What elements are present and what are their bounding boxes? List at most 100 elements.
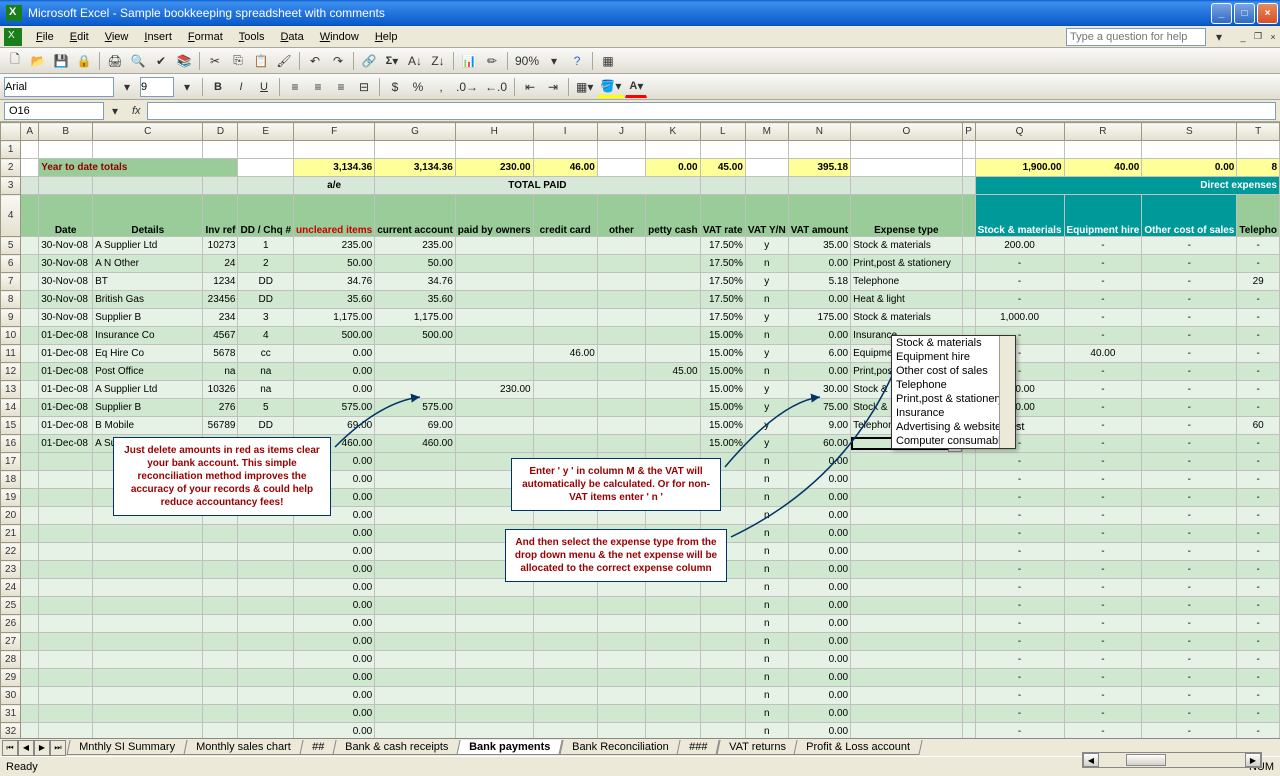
cell[interactable] bbox=[533, 417, 597, 435]
cell[interactable]: - bbox=[1237, 723, 1280, 739]
cell[interactable] bbox=[455, 363, 533, 381]
cell[interactable] bbox=[646, 417, 700, 435]
cell[interactable]: - bbox=[1237, 705, 1280, 723]
doc-restore-button[interactable]: ❐ bbox=[1251, 30, 1265, 44]
scroll-left-button[interactable]: ◀ bbox=[1083, 753, 1099, 767]
cell[interactable]: n bbox=[745, 453, 788, 471]
hyperlink-button[interactable]: 🔗 bbox=[358, 50, 380, 72]
dropdown-option[interactable]: Print,post & stationery bbox=[892, 392, 1015, 406]
cell[interactable] bbox=[455, 327, 533, 345]
col-header[interactable]: Q bbox=[975, 123, 1064, 141]
maximize-button[interactable]: □ bbox=[1234, 3, 1255, 24]
cell[interactable]: y bbox=[745, 381, 788, 399]
cell[interactable]: 395.18 bbox=[788, 159, 850, 177]
scroll-right-button[interactable]: ▶ bbox=[1245, 753, 1261, 767]
cell[interactable] bbox=[597, 273, 645, 291]
sheet-tab[interactable]: ## bbox=[299, 740, 336, 755]
cell[interactable] bbox=[597, 435, 645, 453]
cell[interactable]: - bbox=[1064, 273, 1142, 291]
cell[interactable]: 15.00% bbox=[700, 345, 745, 363]
sheet-tab[interactable]: Bank Reconciliation bbox=[559, 740, 681, 755]
cell[interactable]: - bbox=[1064, 399, 1142, 417]
cell[interactable]: 0.00 bbox=[788, 723, 850, 739]
cell[interactable]: n bbox=[745, 255, 788, 273]
cell[interactable]: - bbox=[1142, 723, 1237, 739]
cell[interactable]: Telephone bbox=[851, 273, 963, 291]
sheet-tab[interactable]: Bank & cash receipts bbox=[332, 740, 461, 755]
sort-desc-button[interactable]: Z↓ bbox=[427, 50, 449, 72]
cell[interactable] bbox=[455, 291, 533, 309]
cell[interactable]: - bbox=[1142, 435, 1237, 453]
cell[interactable]: - bbox=[1142, 615, 1237, 633]
col-header[interactable]: H bbox=[455, 123, 533, 141]
cell[interactable] bbox=[597, 399, 645, 417]
cell[interactable]: - bbox=[1237, 435, 1280, 453]
cell[interactable]: - bbox=[1237, 633, 1280, 651]
cell[interactable]: 276 bbox=[203, 399, 238, 417]
cell[interactable]: 500.00 bbox=[375, 327, 456, 345]
cell[interactable]: - bbox=[1142, 489, 1237, 507]
app-icon[interactable] bbox=[4, 28, 22, 46]
cell[interactable]: 234 bbox=[203, 309, 238, 327]
cell[interactable]: 200.00 bbox=[975, 237, 1064, 255]
cell[interactable]: 10273 bbox=[203, 237, 238, 255]
col-header[interactable]: M bbox=[745, 123, 788, 141]
col-header[interactable]: R bbox=[1064, 123, 1142, 141]
cell[interactable]: 460.00 bbox=[375, 435, 456, 453]
cell[interactable]: 0.00 bbox=[294, 363, 375, 381]
cell[interactable]: 0.00 bbox=[294, 615, 375, 633]
menu-window[interactable]: Window bbox=[312, 29, 367, 45]
cell[interactable]: - bbox=[1142, 273, 1237, 291]
cell[interactable]: 0.00 bbox=[788, 651, 850, 669]
cell[interactable] bbox=[533, 255, 597, 273]
name-box[interactable]: O16 bbox=[4, 102, 104, 120]
col-header[interactable]: F bbox=[294, 123, 375, 141]
cell[interactable]: n bbox=[745, 327, 788, 345]
tab-last-button[interactable]: ⏭ bbox=[50, 740, 66, 756]
cell[interactable]: 17.50% bbox=[700, 255, 745, 273]
cell[interactable]: - bbox=[975, 255, 1064, 273]
cell[interactable]: BT bbox=[93, 273, 203, 291]
font-size-dropdown-icon[interactable]: ▾ bbox=[176, 76, 198, 98]
cell[interactable]: - bbox=[1064, 507, 1142, 525]
cell[interactable]: 56789 bbox=[203, 417, 238, 435]
cell[interactable]: - bbox=[1142, 291, 1237, 309]
cell[interactable] bbox=[375, 363, 456, 381]
cell[interactable] bbox=[597, 255, 645, 273]
cell[interactable]: - bbox=[1142, 237, 1237, 255]
cell[interactable]: n bbox=[745, 561, 788, 579]
cell[interactable]: - bbox=[1237, 363, 1280, 381]
cell[interactable]: 50.00 bbox=[294, 255, 375, 273]
cell[interactable]: - bbox=[1064, 651, 1142, 669]
cell[interactable]: n bbox=[745, 363, 788, 381]
cell[interactable]: 6.00 bbox=[788, 345, 850, 363]
cell[interactable]: 01-Dec-08 bbox=[39, 435, 93, 453]
cell[interactable]: - bbox=[975, 489, 1064, 507]
cell[interactable]: n bbox=[745, 615, 788, 633]
cell[interactable]: 30-Nov-08 bbox=[39, 309, 93, 327]
cell[interactable]: - bbox=[1142, 543, 1237, 561]
cell[interactable]: 0.00 bbox=[294, 723, 375, 739]
cell[interactable]: 0.00 bbox=[788, 669, 850, 687]
cell[interactable]: - bbox=[1064, 255, 1142, 273]
cell[interactable]: 1,900.00 bbox=[975, 159, 1064, 177]
cell[interactable]: y bbox=[745, 435, 788, 453]
cell[interactable]: 0.00 bbox=[788, 579, 850, 597]
drawing-button[interactable]: ✏ bbox=[481, 50, 503, 72]
cell[interactable]: - bbox=[1064, 525, 1142, 543]
cell[interactable]: 3,134.36 bbox=[294, 159, 375, 177]
cell[interactable]: 9.00 bbox=[788, 417, 850, 435]
cell[interactable]: 230.00 bbox=[455, 381, 533, 399]
cell[interactable]: - bbox=[1142, 345, 1237, 363]
cell[interactable]: - bbox=[975, 291, 1064, 309]
cell[interactable]: - bbox=[975, 273, 1064, 291]
zoom-select[interactable]: 90% bbox=[512, 50, 542, 72]
cell[interactable]: - bbox=[1237, 381, 1280, 399]
cell[interactable]: - bbox=[1142, 705, 1237, 723]
col-header[interactable]: A bbox=[21, 123, 39, 141]
sheet-tab[interactable]: VAT returns bbox=[716, 740, 798, 755]
cell[interactable] bbox=[646, 345, 700, 363]
cell[interactable]: 4567 bbox=[203, 327, 238, 345]
cell[interactable]: - bbox=[1142, 417, 1237, 435]
cell[interactable]: 30-Nov-08 bbox=[39, 291, 93, 309]
